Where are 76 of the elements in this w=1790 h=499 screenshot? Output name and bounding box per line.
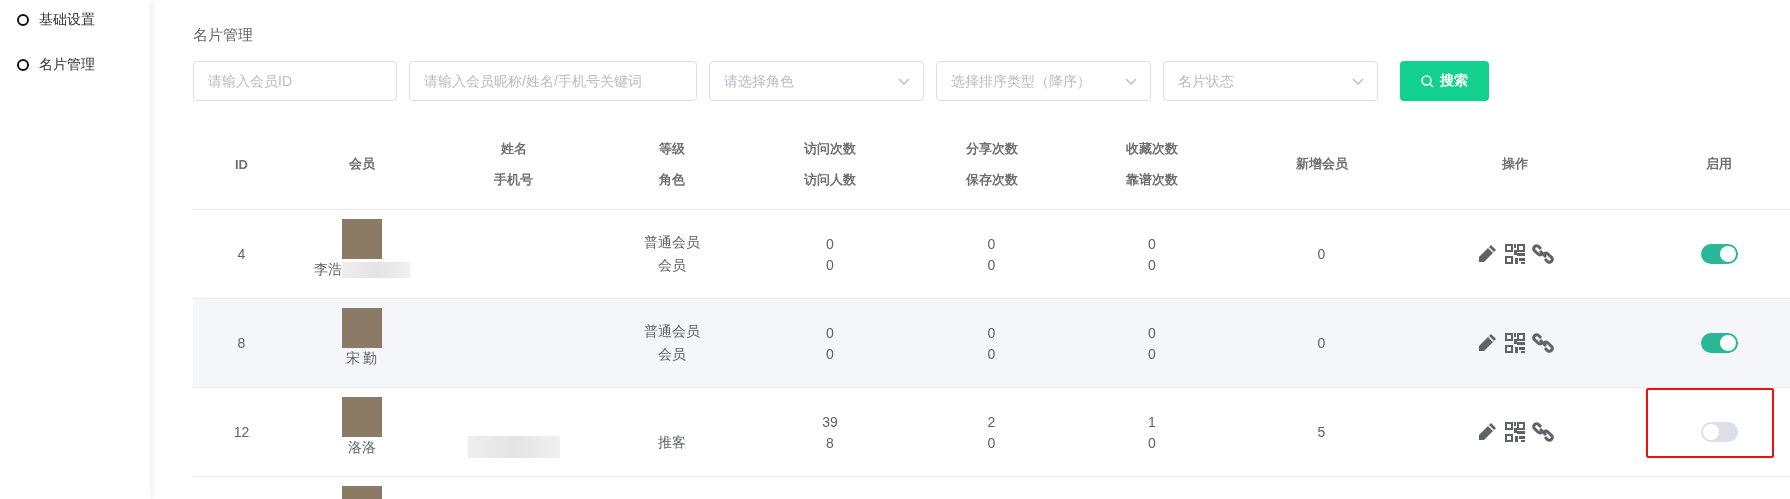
table-cell: 0 <box>826 324 834 341</box>
select-field[interactable]: 请选择角色 <box>709 61 924 101</box>
column-header: 访问次数 <box>804 139 856 158</box>
table-cell: 8 <box>237 335 246 351</box>
toggle-switch[interactable] <box>1700 333 1738 353</box>
table-cell: 0 <box>987 256 996 273</box>
table-cell: 12 <box>233 424 250 440</box>
photo-placeholder <box>341 397 382 437</box>
table-cell: 0 <box>1148 434 1156 451</box>
column-header: 收藏次数 <box>1126 139 1178 158</box>
chevron-down-icon <box>898 78 910 85</box>
sidebar-item[interactable]: 名片管理 <box>0 47 150 83</box>
chain-link-icon[interactable] <box>1532 243 1554 265</box>
column-header: 手机号 <box>494 170 533 189</box>
table-cell: 0 <box>1148 345 1156 362</box>
table-cell: 0 <box>1317 246 1326 262</box>
toggle-switch[interactable] <box>1700 244 1738 264</box>
column-header: 姓名 <box>500 139 527 158</box>
photo-placeholder <box>341 308 382 348</box>
column-header: 启用 <box>1706 155 1732 173</box>
table-cell: 5 <box>1317 424 1326 440</box>
table-cell: 0 <box>826 256 834 273</box>
table-cell: 2 <box>987 413 996 430</box>
page-title: 名片管理 <box>193 26 254 45</box>
column-header: 靠谱次数 <box>1126 170 1178 189</box>
column-header: 等级 <box>658 139 685 158</box>
pencil-icon[interactable] <box>1476 332 1498 354</box>
table-cell: 0 <box>1148 256 1156 273</box>
qr-code-icon[interactable] <box>1504 243 1526 265</box>
column-header: 保存次数 <box>965 170 1018 189</box>
table-cell: 0 <box>826 235 834 252</box>
toggle-switch[interactable] <box>1700 422 1738 442</box>
table-cell: 0 <box>987 324 996 341</box>
table-cell: 0 <box>1317 335 1326 351</box>
sidebar-item[interactable]: 基础设置 <box>0 2 150 38</box>
chevron-down-icon <box>1352 78 1364 85</box>
column-header: ID <box>235 156 248 172</box>
column-header: 角色 <box>658 170 685 189</box>
pencil-icon[interactable] <box>1476 243 1498 265</box>
chain-link-icon[interactable] <box>1532 332 1554 354</box>
circle-icon <box>17 14 29 26</box>
qr-code-icon[interactable] <box>1504 421 1526 443</box>
table-cell: 39 <box>822 413 838 430</box>
table-cell: 0 <box>987 434 996 451</box>
table-cell: 1 <box>1148 413 1156 430</box>
circle-icon <box>17 59 29 71</box>
chevron-down-icon <box>1125 78 1137 85</box>
column-header: 新增会员 <box>1295 155 1348 173</box>
input-field[interactable]: 请输入会员ID <box>193 61 397 101</box>
table-cell: 8 <box>826 434 834 451</box>
column-header: 会员 <box>348 155 375 173</box>
select-field[interactable]: 选择排序类型（降序） <box>936 61 1151 101</box>
table-cell: 推客 <box>657 433 686 452</box>
table-cell: 普通会员 <box>643 233 700 252</box>
column-header: 操作 <box>1502 155 1528 173</box>
member-name: 洛洛 <box>347 439 376 457</box>
table-cell: 0 <box>987 235 996 252</box>
table-cell: 0 <box>1148 235 1156 252</box>
table-cell: 会员 <box>657 345 686 364</box>
table-cell: 0 <box>987 345 996 362</box>
table-cell: 普通会员 <box>643 322 700 341</box>
select-field[interactable]: 名片状态 <box>1163 61 1378 101</box>
table-cell: 0 <box>1148 324 1156 341</box>
column-header: 访问人数 <box>804 170 856 189</box>
qr-code-icon[interactable] <box>1504 332 1526 354</box>
input-field[interactable]: 请输入会员昵称/姓名/手机号关键词 <box>409 61 697 101</box>
chain-link-icon[interactable] <box>1532 421 1554 443</box>
member-name: 李浩 <box>313 261 342 279</box>
search-icon <box>1421 74 1434 88</box>
table-cell: 会员 <box>657 256 686 275</box>
table-cell: 4 <box>237 246 246 262</box>
table-cell: 0 <box>826 345 834 362</box>
column-header: 分享次数 <box>965 139 1018 158</box>
pencil-icon[interactable] <box>1476 421 1498 443</box>
photo-placeholder <box>341 219 382 259</box>
member-name: 宋 勤 <box>345 350 378 368</box>
